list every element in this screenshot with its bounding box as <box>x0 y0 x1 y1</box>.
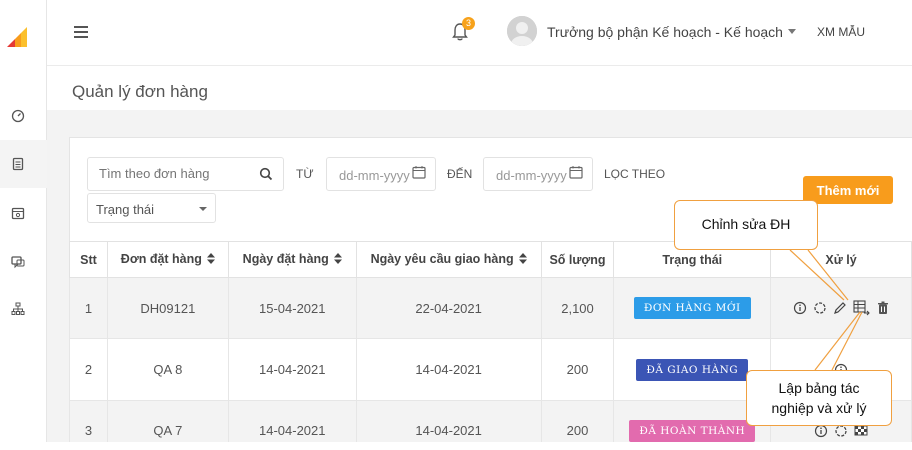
document-icon[interactable] <box>10 156 26 172</box>
bottom-strip <box>0 442 912 450</box>
row-delivery-date: 14-04-2021 <box>355 338 542 401</box>
refresh-icon[interactable] <box>813 301 827 315</box>
chevron-down-icon <box>199 207 207 211</box>
add-new-button[interactable]: Thêm mới <box>803 176 893 204</box>
row-delivery-date: 22-04-2021 <box>355 277 542 339</box>
callout-line: Lập bảng tác <box>778 380 860 396</box>
row-order: DH09121 <box>106 277 229 339</box>
callout-line: nghiệp và xử lý <box>771 400 867 416</box>
status-select[interactable]: Trạng thái <box>87 193 216 223</box>
calendar-icon[interactable] <box>10 205 26 221</box>
filter-label: LỌC THEO <box>604 167 666 181</box>
plan-process-callout: Lập bảng tác nghiệp và xử lý <box>746 370 892 426</box>
search-icon[interactable] <box>259 167 273 186</box>
column-header-label: Đơn đặt hàng <box>120 252 202 267</box>
sort-icon[interactable] <box>518 252 527 267</box>
row-quantity: 2,100 <box>540 277 615 339</box>
company-name[interactable]: XM MẪU <box>817 25 865 39</box>
to-date-placeholder: dd-mm-yyyy <box>496 168 567 183</box>
sort-icon[interactable] <box>206 252 215 267</box>
notification-badge: 3 <box>462 17 475 30</box>
column-header-quantity: Số lượng <box>540 241 615 278</box>
column-header-delivery-date[interactable]: Ngày yêu cầu giao hàng <box>355 241 542 278</box>
sidebar <box>0 0 47 442</box>
status-select-value: Trạng thái <box>96 202 155 217</box>
from-date-field[interactable]: dd-mm-yyyy <box>326 157 436 191</box>
row-status-cell: ĐƠN HÀNG MỚI <box>613 277 772 339</box>
search-input[interactable] <box>99 166 249 181</box>
from-label: TỪ <box>296 167 314 181</box>
column-header-stt: Stt <box>69 241 108 278</box>
row-actions <box>770 277 912 339</box>
column-header-order-date[interactable]: Ngày đặt hàng <box>227 241 357 278</box>
row-order-date: 14-04-2021 <box>227 338 357 401</box>
row-stt: 1 <box>69 277 108 339</box>
from-date-placeholder: dd-mm-yyyy <box>339 168 410 183</box>
calendar-icon[interactable] <box>412 165 426 184</box>
sitemap-icon[interactable] <box>10 301 26 317</box>
search-field[interactable] <box>87 157 284 191</box>
row-stt: 2 <box>69 338 108 401</box>
status-badge: ĐÃ GIAO HÀNG <box>636 358 749 381</box>
info-icon[interactable] <box>793 301 807 315</box>
calendar-icon[interactable] <box>569 165 583 184</box>
app-logo[interactable] <box>6 26 28 53</box>
to-label: ĐẾN <box>447 167 473 181</box>
to-date-field[interactable]: dd-mm-yyyy <box>483 157 593 191</box>
column-header-label: Ngày đặt hàng <box>242 252 329 267</box>
avatar[interactable] <box>507 16 537 46</box>
table-row: 1 DH09121 15-04-2021 22-04-2021 2,100 ĐƠ… <box>69 277 912 339</box>
menu-icon[interactable] <box>74 26 88 38</box>
column-header-order[interactable]: Đơn đặt hàng <box>106 241 229 278</box>
row-order-date: 15-04-2021 <box>227 277 357 339</box>
sort-icon[interactable] <box>333 252 342 267</box>
user-name[interactable]: Trưởng bộ phận Kế hoạch - Kế hoạch <box>547 24 783 40</box>
trash-icon[interactable] <box>877 301 889 315</box>
dashboard-icon[interactable] <box>10 108 26 124</box>
page-title: Quản lý đơn hàng <box>72 82 208 101</box>
user-dropdown-icon[interactable] <box>788 29 796 34</box>
chat-icon[interactable] <box>10 254 26 270</box>
table-process-icon[interactable] <box>853 300 871 316</box>
row-quantity: 200 <box>540 338 615 401</box>
status-badge: ĐÃ HOÀN THÀNH <box>629 419 756 442</box>
column-header-label: Ngày yêu cầu giao hàng <box>370 252 514 267</box>
status-badge: ĐƠN HÀNG MỚI <box>633 297 751 319</box>
edit-icon[interactable] <box>833 301 847 315</box>
row-order: QA 8 <box>106 338 229 401</box>
edit-order-callout: Chỉnh sửa ĐH <box>674 200 818 250</box>
